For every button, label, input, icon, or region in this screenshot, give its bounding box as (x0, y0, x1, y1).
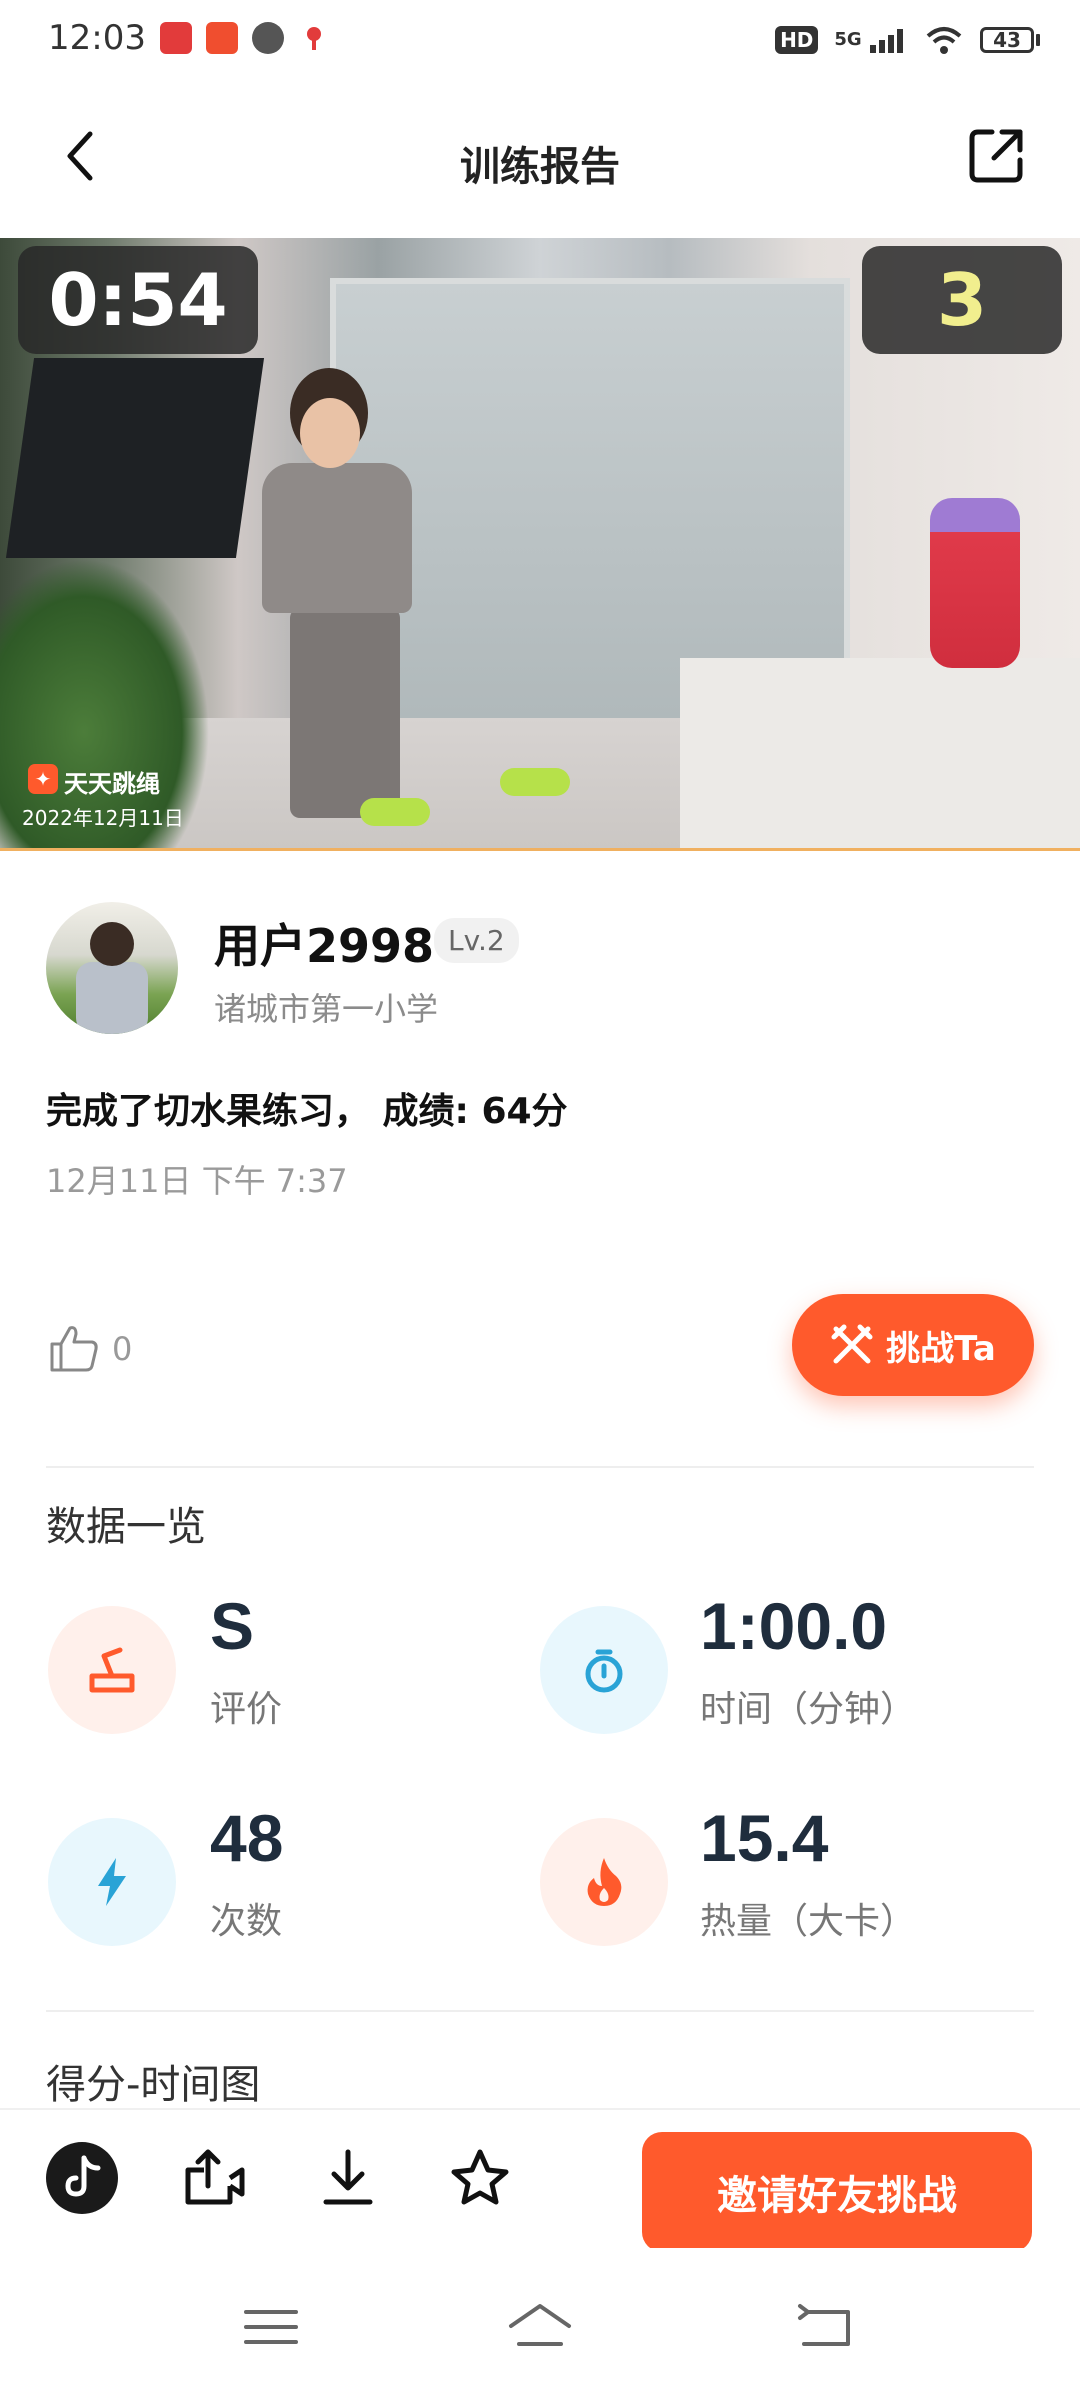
like-count: 0 (112, 1330, 133, 1368)
video-scene-tv (5, 358, 265, 558)
battery-level: 43 (993, 28, 1021, 52)
star-icon (451, 2149, 509, 2205)
menu-nav-button[interactable] (236, 2292, 306, 2362)
lightning-icon (48, 1818, 176, 1946)
challenge-label: 挑战Ta (886, 1328, 996, 1369)
favorite-button[interactable] (444, 2142, 516, 2214)
notification-app-icon (252, 22, 284, 54)
training-video[interactable]: 0:54 3 ✦ 天天跳绳 2022年12月11日 (0, 238, 1080, 851)
signal-icon: 5G (834, 27, 908, 53)
stat-rating-label: 评价 (210, 1689, 283, 1730)
user-school: 诸城市第一小学 (214, 990, 439, 1028)
stat-rating-value: S (210, 1589, 255, 1663)
video-timer: 0:54 (18, 246, 258, 354)
external-share-icon (969, 129, 1023, 183)
divider (46, 2010, 1034, 2012)
crossed-swords-icon (831, 1324, 873, 1364)
overview-title: 数据一览 (46, 1504, 206, 1550)
download-button[interactable] (312, 2142, 384, 2214)
header: 训练报告 (0, 82, 1080, 238)
invite-challenge-button[interactable]: 邀请好友挑战 (642, 2132, 1032, 2252)
status-bar: 12:03 HD 5G 43 (0, 0, 1080, 82)
chart-section-title: 得分-时间图 (46, 2062, 261, 2108)
network-type: 5G (834, 29, 862, 50)
tiktok-share-button[interactable] (46, 2142, 118, 2214)
result-datetime: 12月11日 下午 7:37 (46, 1162, 348, 1200)
video-scene-bottle (930, 498, 1020, 668)
hd-badge: HD (775, 26, 819, 54)
watermark-logo-icon: ✦ (28, 764, 58, 794)
battery-icon: 43 (980, 27, 1040, 53)
video-person-shoe (360, 798, 430, 826)
avatar-body (76, 962, 148, 1034)
watermark-app-name: 天天跳绳 (64, 770, 160, 798)
stat-calories-value: 15.4 (700, 1801, 829, 1875)
avatar[interactable] (46, 902, 178, 1034)
result-summary: 完成了切水果练习， 成绩: 64分 (46, 1091, 568, 1132)
video-person-face (300, 398, 360, 468)
challenge-button[interactable]: 挑战Ta (792, 1294, 1034, 1396)
video-person-legs (290, 608, 400, 818)
page-title: 训练报告 (460, 144, 620, 190)
video-person-shoe (500, 768, 570, 796)
system-nav-bar (0, 2248, 1080, 2400)
stopwatch-icon (540, 1606, 668, 1734)
status-time: 12:03 (48, 18, 146, 58)
video-count: 3 (862, 246, 1062, 354)
home-icon (509, 2304, 571, 2346)
upload-video-button[interactable] (178, 2142, 250, 2214)
user-name[interactable]: 用户2998 (214, 910, 434, 976)
stat-time-label: 时间（分钟） (700, 1689, 917, 1730)
status-right: HD 5G 43 (775, 20, 1040, 60)
avatar-head (90, 922, 134, 966)
location-pin-icon (298, 22, 330, 54)
stat-count-label: 次数 (210, 1901, 283, 1942)
wifi-icon (926, 27, 962, 54)
divider (46, 1466, 1034, 1468)
notification-app-icon (206, 22, 238, 54)
download-icon (323, 2149, 373, 2205)
stat-time-value: 1:00.0 (700, 1589, 888, 1663)
back-nav-button[interactable] (790, 2292, 860, 2362)
bottom-action-bar: 邀请好友挑战 (0, 2108, 1080, 2252)
rating-icon (48, 1606, 176, 1734)
flame-icon (540, 1818, 668, 1946)
thumbs-up-icon (50, 1326, 98, 1372)
back-arrow-icon (798, 2304, 850, 2346)
video-person-body (262, 463, 412, 613)
upload-video-icon (185, 2149, 245, 2205)
video-scene-table (680, 658, 1080, 848)
menu-icon (244, 2310, 298, 2344)
watermark-date: 2022年12月11日 (22, 806, 184, 830)
like-button[interactable] (48, 1322, 100, 1374)
home-nav-button[interactable] (505, 2292, 575, 2362)
tiktok-icon (46, 2142, 118, 2214)
notification-app-icon (160, 22, 192, 54)
stat-count-value: 48 (210, 1801, 284, 1875)
share-button[interactable] (964, 124, 1028, 188)
level-badge: Lv.2 (434, 918, 519, 963)
stat-calories-label: 热量（大卡） (700, 1901, 917, 1942)
